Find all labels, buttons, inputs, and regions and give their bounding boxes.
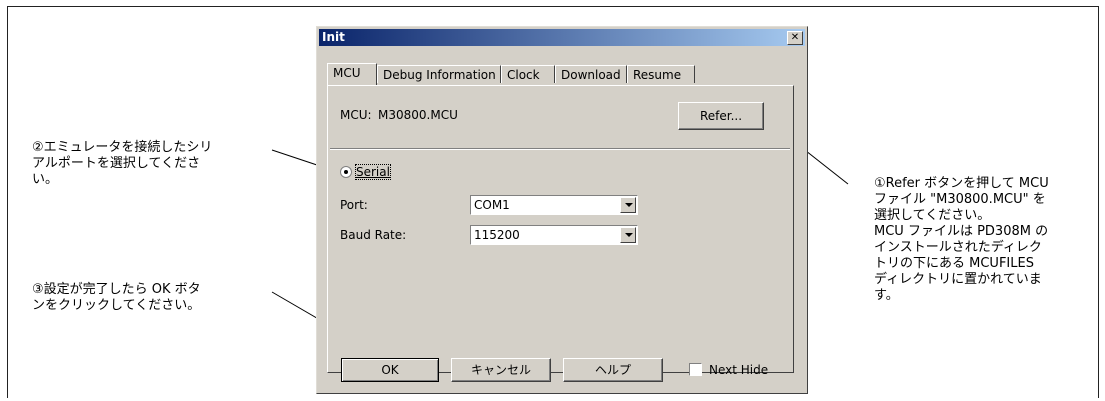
- port-label: Port:: [340, 198, 368, 212]
- chevron-down-icon[interactable]: [620, 227, 636, 243]
- annotation-serial-port: ②エミュレータを接続したシリ アルポートを選択してくださ い。: [32, 140, 213, 187]
- cancel-button[interactable]: キャンセル: [451, 358, 551, 382]
- baud-rate-label: Baud Rate:: [340, 228, 407, 242]
- chevron-down-icon[interactable]: [620, 197, 636, 213]
- next-hide-label[interactable]: Next Hide: [709, 363, 768, 377]
- serial-radio-label[interactable]: Serial: [355, 164, 391, 180]
- mcu-value: M30800.MCU: [378, 108, 458, 122]
- tab-debug-information[interactable]: Debug Information: [377, 65, 501, 83]
- help-button[interactable]: ヘルプ: [563, 358, 663, 382]
- tab-resume[interactable]: Resume: [627, 65, 695, 83]
- close-icon[interactable]: ✕: [787, 31, 803, 45]
- init-dialog: Init ✕ MCU Debug Information Clock Downl…: [316, 26, 808, 394]
- radio-icon[interactable]: [340, 166, 352, 178]
- title-bar[interactable]: Init ✕: [319, 29, 805, 46]
- radio-selected-dot: [344, 170, 348, 174]
- port-select[interactable]: COM1: [470, 195, 638, 215]
- tab-clock[interactable]: Clock: [501, 65, 555, 83]
- ok-button[interactable]: OK: [341, 358, 439, 382]
- mcu-label: MCU:: [340, 108, 372, 122]
- mcu-tab-panel: MCU: M30800.MCU Refer... Serial Port: CO…: [327, 85, 794, 373]
- checkbox-icon[interactable]: [689, 363, 702, 376]
- baud-rate-value: 115200: [474, 228, 520, 242]
- annotation-ok-button: ③設定が完了したら OK ボタ ンをクリックしてください。: [32, 282, 201, 313]
- baud-rate-select[interactable]: 115200: [470, 225, 638, 245]
- tab-mcu[interactable]: MCU: [327, 63, 377, 85]
- refer-button[interactable]: Refer...: [678, 102, 764, 130]
- separator: [330, 148, 790, 150]
- annotation-refer-button: ①Refer ボタンを押して MCU ファイル "M30800.MCU" を 選…: [874, 176, 1049, 303]
- tab-download[interactable]: Download: [555, 65, 627, 83]
- dialog-title: Init: [322, 30, 345, 44]
- port-value: COM1: [474, 198, 510, 212]
